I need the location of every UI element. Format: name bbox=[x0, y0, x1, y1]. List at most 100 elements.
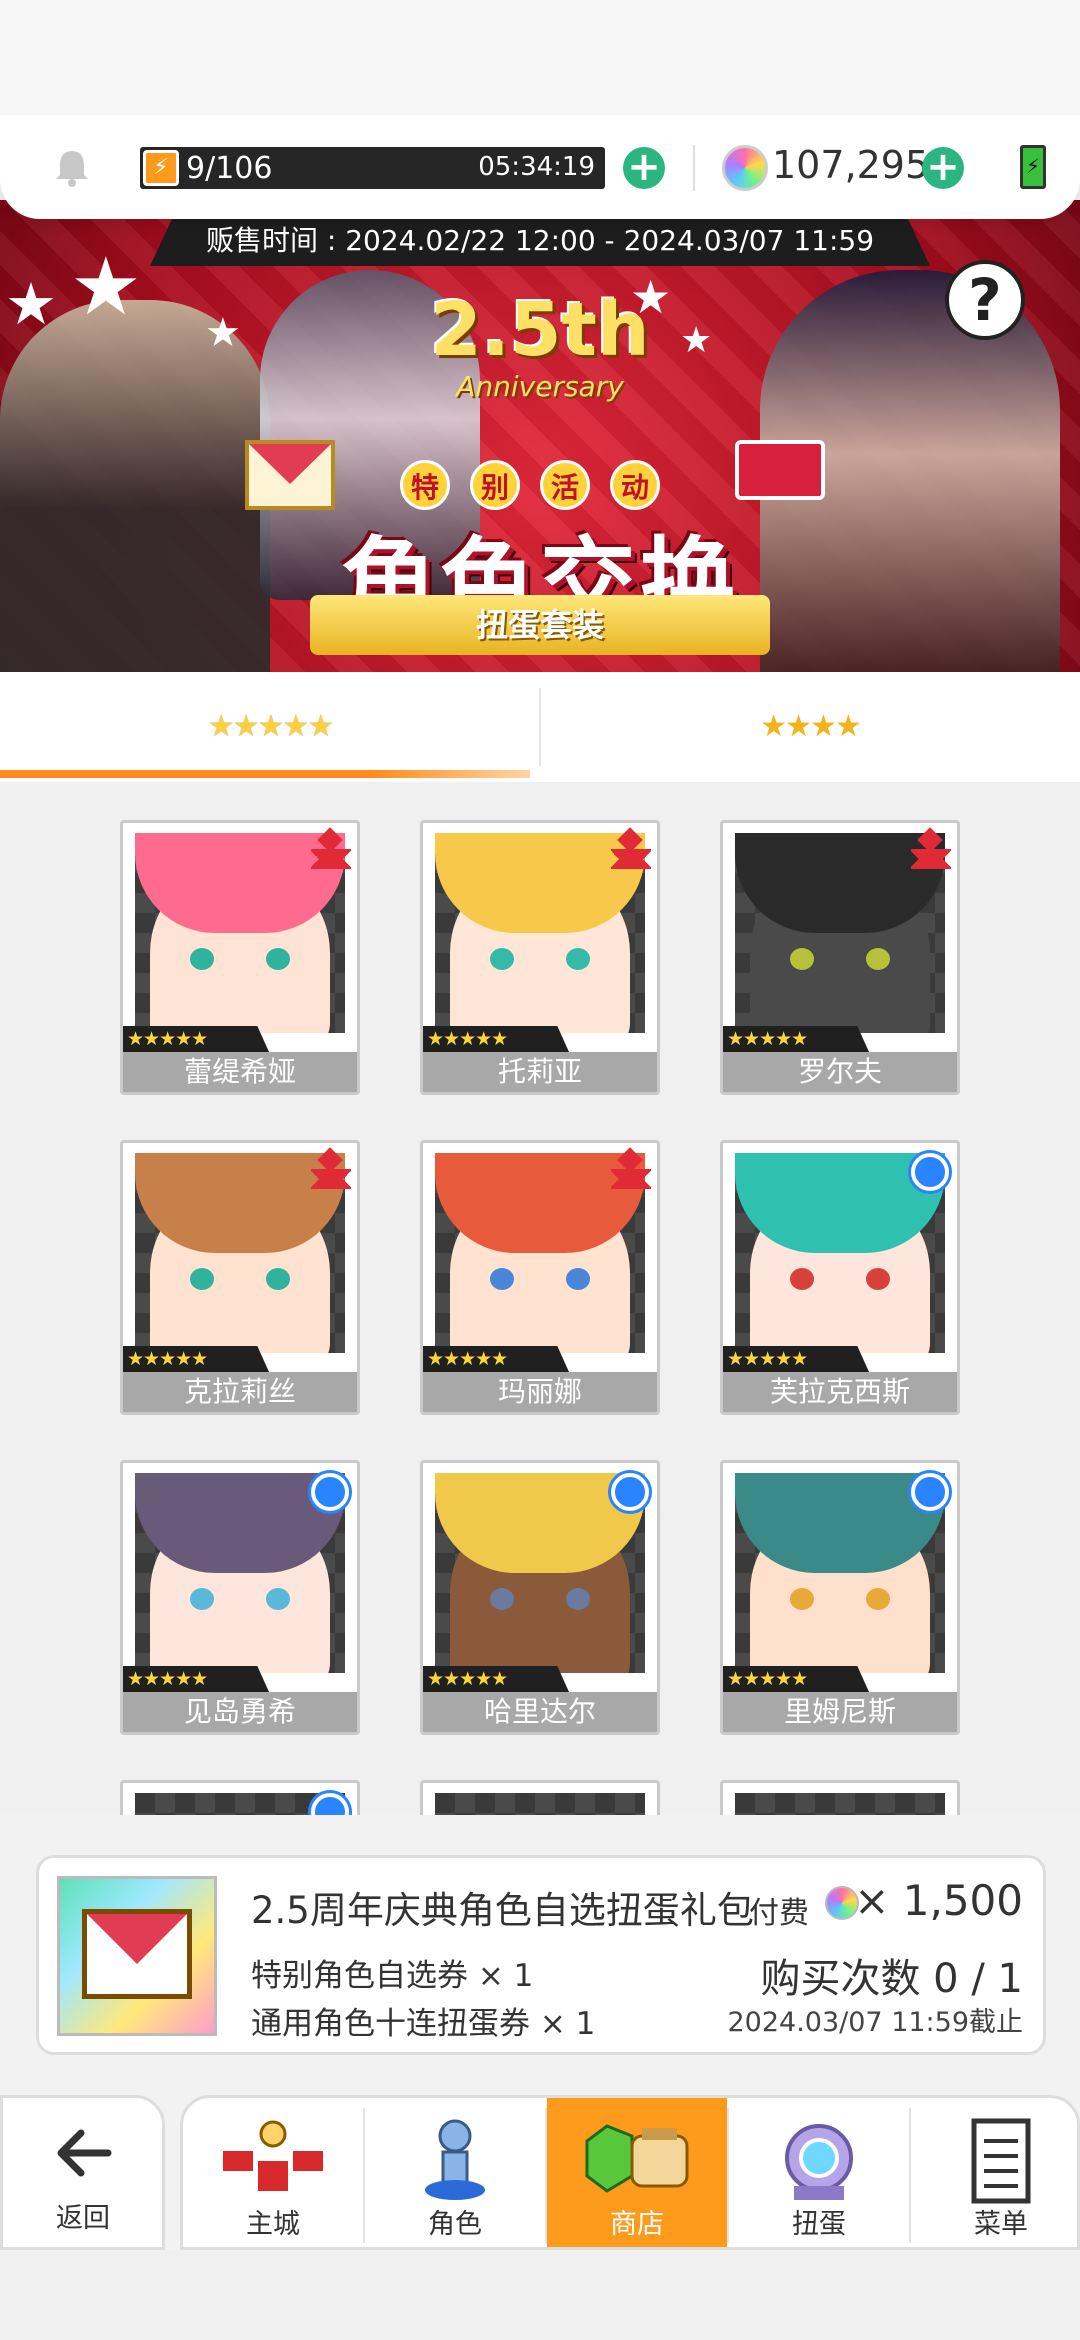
star-decoration-icon: ★ bbox=[205, 310, 241, 356]
nav-character[interactable]: 角色 bbox=[365, 2098, 545, 2247]
add-gems-button[interactable]: + bbox=[922, 147, 964, 189]
gacha-pack-offer[interactable]: 2.5周年庆典角色自选扭蛋礼包 付费 × 1,500 特别角色自选券 × 1 通… bbox=[36, 1855, 1046, 2055]
star-rating: ★★★★★ bbox=[723, 1346, 869, 1372]
star-decoration-icon: ★ bbox=[5, 270, 57, 338]
anniversary-word: Anniversary bbox=[456, 370, 624, 403]
status-divider bbox=[693, 145, 695, 191]
nav-home[interactable]: 主城 bbox=[183, 2098, 363, 2247]
character-name: 罗尔夫 bbox=[723, 1052, 957, 1092]
character-portrait bbox=[735, 1153, 945, 1353]
character-card[interactable]: ★★★★★ 玛丽娜 bbox=[420, 1140, 660, 1415]
stamina-bar: ⚡ 9/106 05:34:19 bbox=[140, 147, 605, 189]
add-stamina-button[interactable]: + bbox=[623, 147, 665, 189]
character-card[interactable]: ★★★★★ 里姆尼斯 bbox=[720, 1460, 960, 1735]
red-class-icon bbox=[311, 1151, 351, 1191]
character-card[interactable]: ★★★★★ 哈里达尔 bbox=[420, 1460, 660, 1735]
pack-title: 2.5周年庆典角色自选扭蛋礼包 bbox=[251, 1889, 754, 1932]
nav-gacha[interactable]: 扭蛋 bbox=[729, 2098, 909, 2247]
menu-icon bbox=[971, 2118, 1031, 2204]
purchase-count: 购买次数 0 / 1 bbox=[760, 1956, 1023, 2002]
pack-item: 通用角色十连扭蛋券 × 1 bbox=[251, 2006, 596, 2042]
nav-tabs: 主城 角色 商店 扭蛋 菜单 bbox=[180, 2095, 1080, 2250]
star-rating: ★★★★★ bbox=[423, 1666, 569, 1692]
star-rating: ★★★★★ bbox=[423, 1026, 569, 1052]
pack-item: 特别角色自选券 × 1 bbox=[251, 1958, 534, 1994]
character-card[interactable] bbox=[420, 1780, 660, 1817]
character-portrait bbox=[435, 1473, 645, 1673]
character-card[interactable]: ★★★★★ 克拉莉丝 bbox=[120, 1140, 360, 1415]
envelope-icon bbox=[245, 440, 335, 510]
character-card[interactable]: ★★★★★ 托莉亚 bbox=[420, 820, 660, 1095]
character-icon bbox=[425, 2119, 485, 2200]
star-rating: ★★★★★ bbox=[723, 1026, 869, 1052]
banner-subtitle: 扭蛋套装 bbox=[310, 595, 770, 655]
blue-class-icon bbox=[911, 1153, 949, 1191]
nav-label: 菜单 bbox=[974, 2209, 1028, 2240]
stamina-timer: 05:34:19 bbox=[478, 152, 595, 182]
nav-label: 主城 bbox=[246, 2209, 300, 2240]
anniversary-logo: 2.5th Anniversary bbox=[420, 290, 660, 403]
shop-icon bbox=[585, 2124, 689, 2193]
character-portrait bbox=[735, 1793, 945, 1817]
character-card[interactable]: ★★★★★ 见岛勇希 bbox=[120, 1460, 360, 1735]
sale-time: 贩售时间 : 2024.02/22 12:00 - 2024.03/07 11:… bbox=[150, 216, 930, 266]
top-spacer bbox=[0, 0, 1080, 115]
tab-5-star[interactable]: ★★★★★ bbox=[0, 672, 540, 782]
gem-icon bbox=[722, 145, 768, 191]
active-tab-indicator bbox=[0, 770, 530, 778]
character-card[interactable]: ★★★★★ 蕾缇希娅 bbox=[120, 820, 360, 1095]
event-banner: ★ ★ ★ ★ ★ 贩售时间 : 2024.02/22 12:00 - 2024… bbox=[0, 200, 1080, 672]
stamina-value: 9/106 bbox=[186, 151, 273, 186]
gacha-icon bbox=[785, 2124, 853, 2200]
blue-class-icon bbox=[911, 1473, 949, 1511]
character-portrait bbox=[435, 1793, 645, 1817]
system-nav-area bbox=[0, 2250, 1080, 2340]
gem-count: 107,295 bbox=[772, 143, 930, 187]
star-rating: ★★★★★ bbox=[723, 1666, 869, 1692]
character-card[interactable]: ★★★★★ 罗尔夫 bbox=[720, 820, 960, 1095]
red-class-icon bbox=[911, 831, 951, 871]
event-token: 特 bbox=[400, 460, 450, 510]
event-token: 别 bbox=[470, 460, 520, 510]
rarity-tabs: ★★★★★ ★★★★ bbox=[0, 672, 1080, 782]
red-class-icon bbox=[611, 831, 651, 871]
event-token: 动 bbox=[610, 460, 660, 510]
pack-envelope-icon bbox=[57, 1876, 217, 2036]
nav-shop[interactable]: 商店 bbox=[547, 2098, 727, 2247]
event-token: 活 bbox=[540, 460, 590, 510]
character-grid: ★★★★★ 蕾缇希娅 ★★★★★ 托莉亚 ★★★★★ 罗尔夫 ★★★★★ 克拉莉… bbox=[0, 782, 1080, 1817]
nav-menu[interactable]: 菜单 bbox=[911, 2098, 1077, 2247]
blue-class-icon bbox=[311, 1473, 349, 1511]
character-name: 见岛勇希 bbox=[123, 1692, 357, 1732]
battery-icon: ⚡ bbox=[1020, 145, 1046, 189]
character-card[interactable] bbox=[720, 1780, 960, 1817]
help-button[interactable]: ? bbox=[945, 260, 1025, 340]
character-name: 克拉莉丝 bbox=[123, 1372, 357, 1412]
anniversary-number: 2.5th bbox=[430, 287, 650, 373]
red-class-icon bbox=[311, 831, 351, 871]
character-card[interactable]: ★★★★★ 芙拉克西斯 bbox=[720, 1140, 960, 1415]
character-name: 里姆尼斯 bbox=[723, 1692, 957, 1732]
star-decoration-icon: ★ bbox=[70, 240, 142, 333]
tab-4-star[interactable]: ★★★★ bbox=[540, 672, 1080, 782]
star-rating: ★★★★★ bbox=[423, 1346, 569, 1372]
character-name: 托莉亚 bbox=[423, 1052, 657, 1092]
bell-icon[interactable] bbox=[50, 145, 94, 189]
star-rating: ★★★★★ bbox=[123, 1346, 269, 1372]
pay-label: 付费 bbox=[749, 1896, 809, 1931]
character-name: 蕾缇希娅 bbox=[123, 1052, 357, 1092]
pack-price: × 1,500 bbox=[854, 1876, 1023, 1925]
red-class-icon bbox=[611, 1151, 651, 1191]
back-button[interactable]: 返回 bbox=[0, 2095, 165, 2250]
star-rating: ★★★★★ bbox=[123, 1026, 269, 1052]
bottom-nav: 返回 主城 角色 商店 扭蛋 菜单 bbox=[0, 2095, 1080, 2250]
lightning-icon: ⚡ bbox=[143, 150, 179, 186]
character-name: 芙拉克西斯 bbox=[723, 1372, 957, 1412]
character-card[interactable] bbox=[120, 1780, 360, 1817]
star-rating: ★★★★★ bbox=[123, 1666, 269, 1692]
character-name: 玛丽娜 bbox=[423, 1372, 657, 1412]
character-name: 哈里达尔 bbox=[423, 1692, 657, 1732]
character-portrait bbox=[135, 1473, 345, 1673]
pack-deadline: 2024.03/07 11:59截止 bbox=[727, 2007, 1024, 2038]
status-bar: ⚡ 9/106 05:34:19 + 107,295 + ⚡ bbox=[0, 115, 1080, 219]
